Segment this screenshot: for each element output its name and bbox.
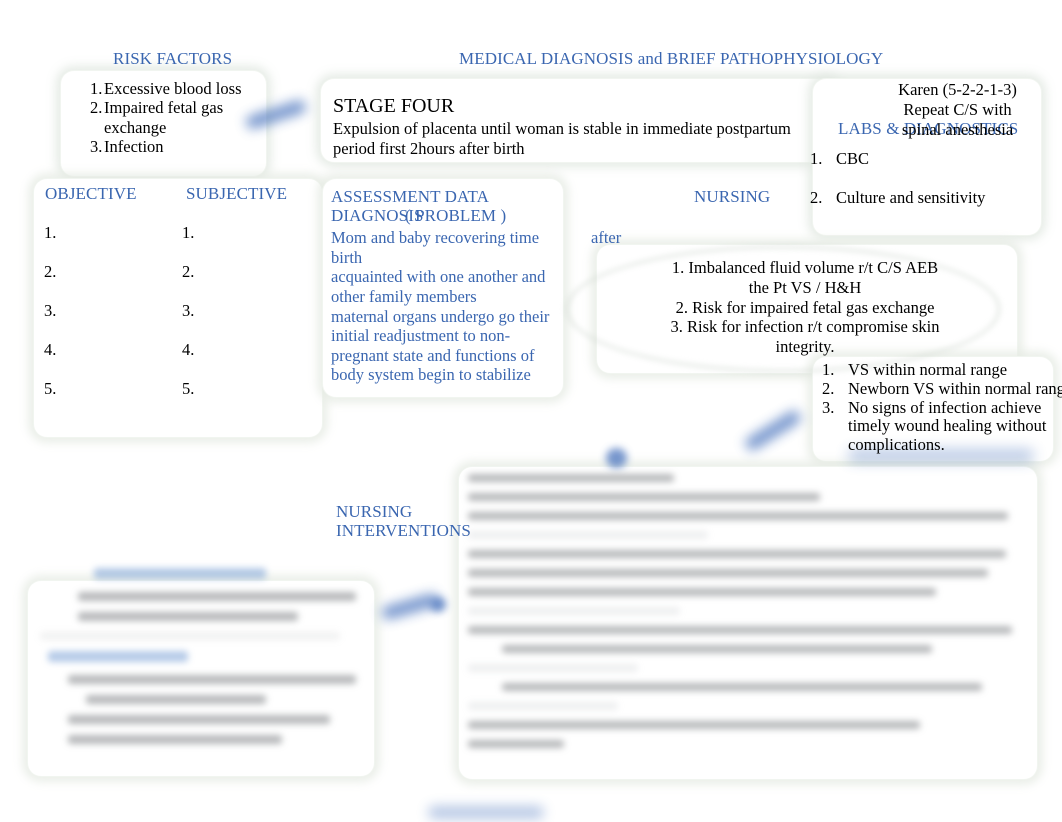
nd-text: Risk for impaired fetal gas exchange — [692, 297, 935, 317]
list-item: 5. — [44, 379, 57, 398]
decorative-dot-bottom-left — [430, 597, 446, 612]
list-item: 1. CBC — [810, 149, 1035, 168]
decorative-swoosh-mid-right — [743, 408, 803, 453]
decorative-dot-mid — [606, 448, 627, 468]
list-item: 1. Imbalanced fluid volume r/t C/S AEB — [600, 258, 1010, 278]
outcome-text: VS within normal range — [848, 360, 1008, 379]
list-item: 1. VS within normal range — [822, 360, 1062, 380]
lab-text: Culture and sensitivity — [836, 188, 986, 208]
patient-procedure-line1: Repeat C/S with — [903, 100, 1012, 119]
decorative-swoosh-bottom-left — [380, 592, 440, 621]
list-item: 2. Risk for impaired fetal gas exchange — [600, 298, 1010, 318]
subjective-heading: SUBJECTIVE — [186, 184, 288, 203]
objective-list: 1. 2. 3. 4. 5. — [44, 223, 56, 418]
list-item: 2. Impaired fetal gas exchange — [90, 98, 270, 137]
outcome-text: Newborn VS within normal range — [848, 378, 1062, 398]
list-item: 5. — [182, 379, 195, 398]
list-item: 2. Newborn VS within normal range — [822, 378, 1062, 399]
expected-outcomes-list: 1. VS within normal range 2. Newborn VS … — [822, 360, 1062, 455]
list-item: 1. Excessive blood loss — [90, 79, 270, 98]
outcome-number: 3. — [822, 397, 835, 417]
list-item: 4. — [44, 340, 57, 359]
decorative-caption-bottom — [428, 806, 544, 819]
list-item: 3. Risk for infection r/t compromise ski… — [600, 317, 1010, 337]
lab-number: 2. — [810, 188, 823, 208]
risk-factor-text: Excessive blood loss — [104, 79, 242, 98]
risk-factors-list: 1. Excessive blood loss 2. Impaired feta… — [90, 79, 270, 157]
subjective-list: 1. 2. 3. 4. 5. — [182, 223, 194, 418]
bottom-right-blurred-content — [468, 474, 1030, 774]
risk-factor-number: 2. — [90, 98, 103, 118]
list-item: 1. — [182, 223, 195, 242]
risk-factors-heading: RISK FACTORS — [113, 49, 233, 68]
nd-text: Risk for infection r/t compromise skin — [686, 317, 940, 337]
list-item: 2. Culture and sensitivity — [810, 188, 1035, 207]
nd-number: 1. — [671, 258, 685, 277]
assessment-line: birth — [331, 247, 363, 267]
lab-number: 1. — [810, 149, 823, 168]
nursing-interventions-heading-line1: NURSING — [336, 502, 413, 521]
outcome-number: 1. — [822, 360, 835, 379]
assessment-line: other family members — [331, 286, 477, 306]
assessment-data-text: Mom and baby recovering time birth acqua… — [331, 228, 561, 385]
nd-text-cont: integrity. — [775, 337, 835, 357]
list-item: 3. No signs of infection achieve timely … — [822, 397, 1062, 455]
bottom-left-blurred-content — [40, 568, 370, 768]
nursing-diagnosis-list: 1. Imbalanced fluid volume r/t C/S AEB t… — [600, 258, 1010, 357]
assessment-data-heading: ASSESSMENT DATA — [331, 187, 490, 206]
risk-factor-text: Infection — [104, 137, 164, 157]
assessment-floating-word: after — [591, 228, 622, 247]
assessment-objective-card — [33, 178, 323, 438]
assessment-line: maternal organs undergo go their — [331, 306, 550, 326]
list-item: 3. Infection — [90, 137, 270, 156]
list-item: 3. — [182, 301, 195, 320]
risk-factor-text: Impaired fetal gas exchange — [104, 98, 224, 137]
nd-number: 3. — [670, 317, 683, 337]
stage-title: STAGE FOUR — [333, 95, 455, 117]
problem-heading: ( PROBLEM ) — [405, 206, 507, 225]
outcome-text: No signs of infection achieve timely wou… — [848, 397, 1047, 455]
nd-text-cont: the Pt VS / H&H — [748, 277, 862, 297]
assessment-line: acquainted with one another and — [331, 267, 546, 287]
list-item: 2. — [44, 262, 57, 281]
patient-procedure-line2: spinal anesthesia — [901, 120, 1014, 139]
nursing-heading: NURSING — [694, 187, 771, 206]
risk-factor-number: 1. — [90, 79, 103, 98]
patient-name: Karen (5-2-2-1-3) — [898, 80, 1017, 99]
list-item: 1. — [44, 223, 57, 242]
assessment-line: pregnant state and functions of — [331, 345, 535, 365]
assessment-line: Mom and baby recovering time — [331, 228, 540, 247]
nd-text: Imbalanced fluid volume r/t C/S AEB — [688, 258, 939, 277]
list-item: 2. — [182, 262, 195, 281]
list-item: 3. — [44, 301, 57, 320]
nd-number: 2. — [675, 297, 688, 317]
stage-description: Expulsion of placenta until woman is sta… — [333, 119, 791, 158]
assessment-line: initial readjustment to non- — [331, 326, 511, 346]
medical-diagnosis-heading: MEDICAL DIAGNOSIS and BRIEF PATHOPHYSIOL… — [459, 49, 884, 68]
lab-text: CBC — [836, 149, 870, 168]
risk-factor-number: 3. — [90, 137, 103, 157]
list-item: 4. — [182, 340, 195, 359]
labs-list: 1. CBC 2. Culture and sensitivity — [810, 149, 1035, 208]
nursing-interventions-heading-line2: INTERVENTIONS — [336, 521, 471, 540]
outcome-number: 2. — [822, 378, 835, 398]
slide-canvas: RISK FACTORS MEDICAL DIAGNOSIS and BRIEF… — [0, 0, 1062, 822]
objective-heading: OBJECTIVE — [45, 184, 137, 203]
assessment-line: body system begin to stabilize — [331, 365, 531, 385]
